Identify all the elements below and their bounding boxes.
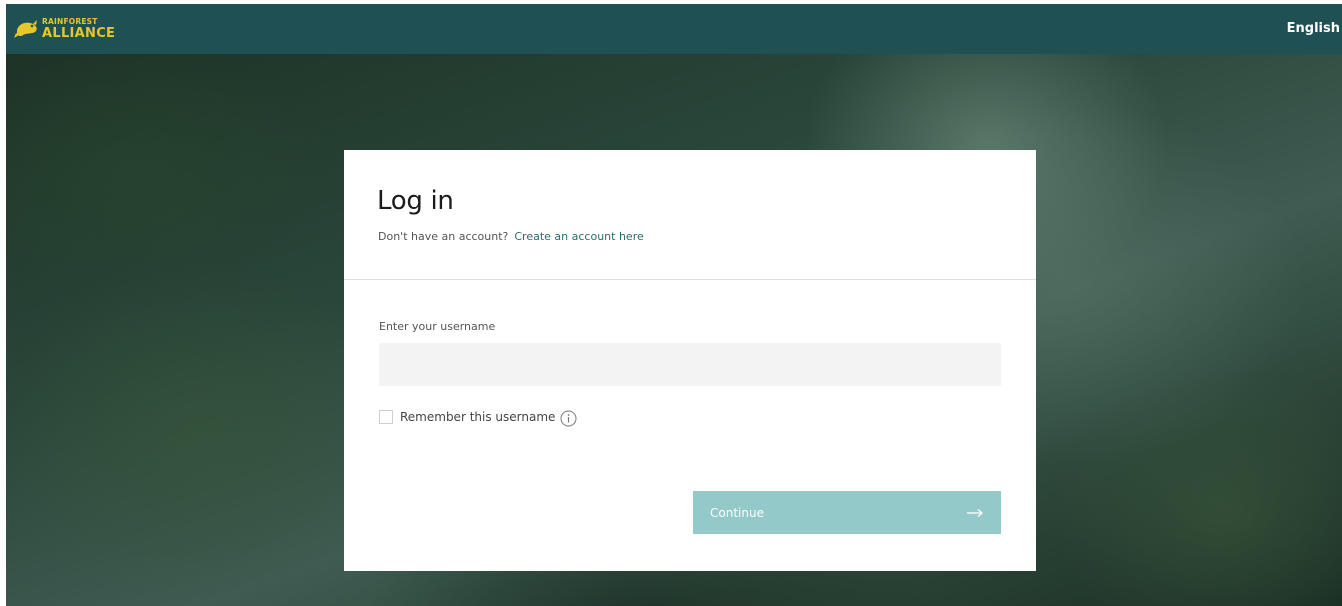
- create-account-link[interactable]: Create an account here: [514, 230, 643, 243]
- username-label: Enter your username: [379, 320, 496, 333]
- remember-username-row: Remember this username: [379, 406, 577, 427]
- logo-wordmark: RAINFOREST ALLIANCE: [42, 18, 115, 40]
- no-account-text: Don't have an account?: [378, 230, 509, 243]
- page: RAINFOREST ALLIANCE English Log in Don't…: [0, 0, 1342, 606]
- signup-prompt: Don't have an account? Create an account …: [378, 230, 644, 243]
- login-card: Log in Don't have an account? Create an a…: [344, 150, 1036, 571]
- logo-line-1: RAINFOREST: [42, 17, 98, 27]
- remember-username-label: Remember this username: [400, 409, 556, 424]
- page-title: Log in: [377, 186, 454, 216]
- arrow-right-icon: [967, 508, 983, 517]
- continue-button[interactable]: Continue: [693, 491, 1001, 534]
- logo-line-2: ALLIANCE: [42, 25, 116, 41]
- frog-icon: [14, 20, 37, 38]
- language-selector[interactable]: English: [1287, 21, 1340, 36]
- continue-label: Continue: [710, 505, 764, 520]
- top-bar: RAINFOREST ALLIANCE English: [6, 4, 1342, 54]
- username-input[interactable]: [379, 343, 1001, 386]
- info-icon[interactable]: [560, 410, 577, 427]
- remember-username-checkbox[interactable]: [379, 409, 393, 424]
- login-card-header: Log in Don't have an account? Create an a…: [344, 150, 1036, 280]
- rainforest-alliance-logo[interactable]: RAINFOREST ALLIANCE: [14, 15, 115, 43]
